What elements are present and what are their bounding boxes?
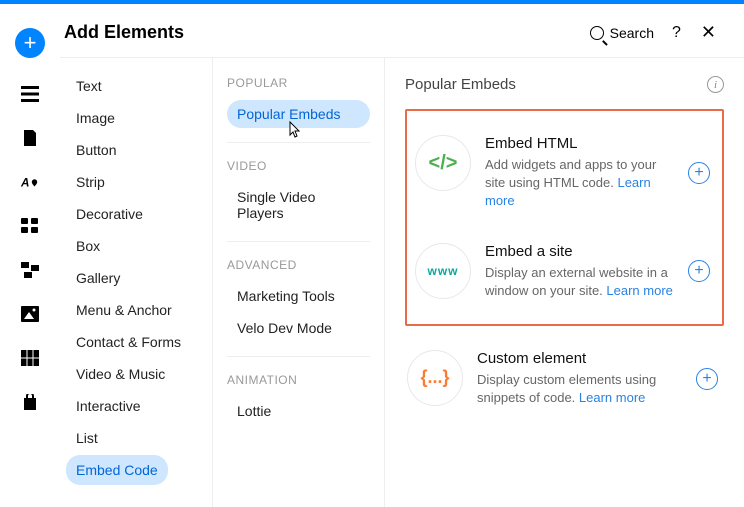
group-label: Video (227, 159, 370, 173)
category-menu-anchor[interactable]: Menu & Anchor (66, 295, 182, 325)
page-icon[interactable] (21, 130, 39, 146)
add-element-button[interactable]: + (688, 162, 710, 184)
highlight-box: </> Embed HTML Add widgets and apps to you… (405, 109, 724, 326)
search-icon (590, 26, 604, 40)
html-icon: </> (415, 135, 471, 191)
card-description: Display an external website in a window … (485, 264, 674, 300)
help-button[interactable]: ? (672, 24, 681, 42)
subcategory-item[interactable]: Lottie (227, 397, 370, 425)
panel-header: Add Elements Search ? ✕ (60, 4, 744, 57)
element-card[interactable]: </> Embed HTML Add widgets and apps to you… (413, 119, 716, 227)
add-element-button[interactable]: + (688, 260, 710, 282)
group-label: Popular (227, 76, 370, 90)
store-icon[interactable] (21, 394, 39, 410)
category-video-music[interactable]: Video & Music (66, 359, 175, 389)
elements-panel-title: Popular Embeds (405, 76, 516, 93)
left-rail: + A (0, 4, 60, 507)
dev-icon[interactable] (21, 262, 39, 278)
add-button[interactable]: + (15, 28, 45, 58)
subcategory-item[interactable]: Single Video Players (227, 183, 370, 227)
custom-icon: {...} (407, 350, 463, 406)
search-button[interactable]: Search (590, 25, 654, 41)
info-icon[interactable]: i (707, 76, 724, 93)
subcategory-list: Popular Popular Embeds Video Single Video P… (212, 57, 384, 507)
learn-more-link[interactable]: Learn more (485, 175, 651, 208)
svg-text:A: A (21, 177, 29, 190)
www-icon: www (415, 243, 471, 299)
close-button[interactable]: ✕ (697, 22, 720, 43)
section-icon[interactable] (21, 86, 39, 102)
data-icon[interactable] (21, 350, 39, 366)
add-element-button[interactable]: + (696, 368, 718, 390)
media-icon[interactable] (21, 306, 39, 322)
group-label: Advanced (227, 258, 370, 272)
subcategory-item[interactable]: Marketing Tools (227, 282, 370, 310)
card-description: Display custom elements using snippets o… (477, 371, 682, 407)
category-image[interactable]: Image (66, 103, 125, 133)
card-title: Embed HTML (485, 135, 674, 152)
element-card[interactable]: {...} Custom element Display custom elemen… (405, 334, 724, 423)
category-decorative[interactable]: Decorative (66, 199, 153, 229)
category-contact-forms[interactable]: Contact & Forms (66, 327, 191, 357)
card-description: Add widgets and apps to your site using … (485, 156, 674, 211)
category-list[interactable]: List (66, 423, 108, 453)
card-title: Custom element (477, 350, 682, 367)
element-card[interactable]: www Embed a site Display an external websi… (413, 227, 716, 316)
styles-icon[interactable]: A (21, 174, 39, 190)
panel-title: Add Elements (64, 22, 590, 43)
card-title: Embed a site (485, 243, 674, 260)
subcategory-item[interactable]: Popular Embeds (227, 100, 370, 128)
search-label: Search (610, 25, 654, 41)
category-text[interactable]: Text (66, 71, 112, 101)
category-list: TextImageButtonStripDecorativeBoxGallery… (60, 57, 212, 507)
learn-more-link[interactable]: Learn more (606, 283, 672, 298)
apps-icon[interactable] (21, 218, 39, 234)
category-strip[interactable]: Strip (66, 167, 115, 197)
category-button[interactable]: Button (66, 135, 126, 165)
learn-more-link[interactable]: Learn more (579, 390, 645, 405)
category-interactive[interactable]: Interactive (66, 391, 151, 421)
subcategory-item[interactable]: Velo Dev Mode (227, 314, 370, 342)
category-box[interactable]: Box (66, 231, 110, 261)
category-embed-code[interactable]: Embed Code (66, 455, 168, 485)
group-label: Animation (227, 373, 370, 387)
category-gallery[interactable]: Gallery (66, 263, 130, 293)
elements-panel: Popular Embeds i </> Embed HTML Add widget… (384, 57, 744, 507)
